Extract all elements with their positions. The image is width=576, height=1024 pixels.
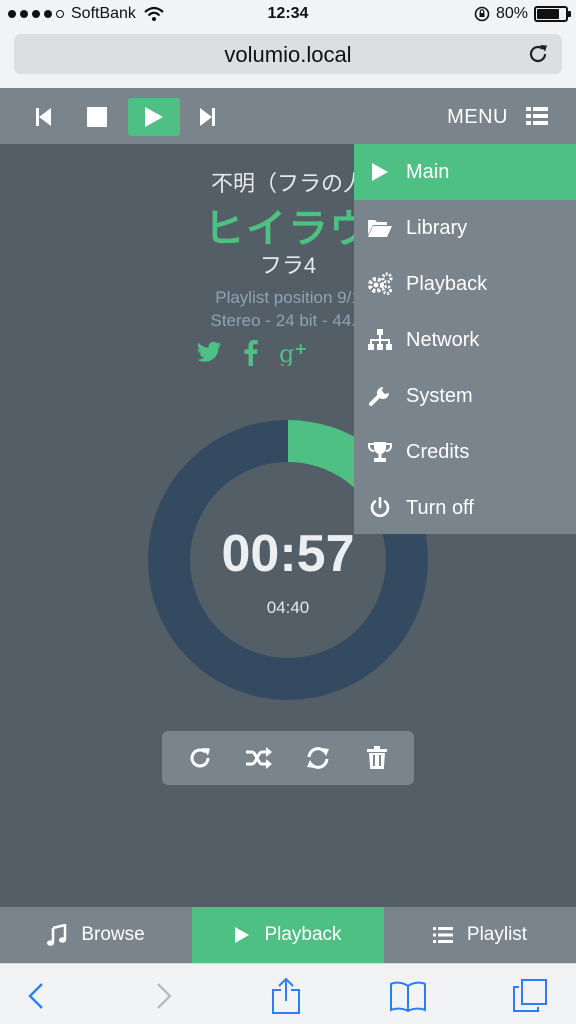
clear-playlist-button[interactable] [357, 738, 397, 778]
player-toolbar: MENU [0, 88, 576, 144]
repeat-button[interactable] [180, 738, 220, 778]
trash-icon [366, 746, 387, 769]
facebook-icon[interactable] [243, 340, 259, 366]
stop-icon [87, 107, 107, 127]
url-text: volumio.local [224, 42, 352, 67]
tabs-icon [513, 979, 547, 1012]
menu-item-main[interactable]: Main [354, 144, 576, 200]
play-button[interactable] [128, 98, 180, 136]
menu-item-label: Network [406, 328, 480, 351]
menu-button-label[interactable]: MENU [447, 106, 508, 129]
tab-label: Browse [81, 924, 145, 945]
play-icon [235, 927, 250, 943]
menu-item-library[interactable]: Library [354, 200, 576, 256]
menu-item-label: Main [406, 160, 450, 183]
skip-back-icon [36, 108, 51, 126]
orientation-lock-icon [474, 6, 490, 22]
sitemap-icon [368, 329, 392, 350]
forward-button[interactable] [144, 976, 184, 1016]
folder-open-icon [368, 220, 392, 237]
menu-item-label: Turn off [406, 496, 474, 519]
total-time: 04:40 [266, 598, 310, 617]
bookmarks-button[interactable] [388, 976, 428, 1016]
tab-label: Playback [264, 924, 342, 945]
reload-icon[interactable] [526, 42, 550, 66]
menu-item-label: Credits [406, 440, 470, 463]
play-icon [145, 107, 163, 127]
status-bar: SoftBank 12:34 80% [0, 0, 576, 30]
tab-playlist[interactable]: Playlist [384, 907, 576, 963]
menu-item-label: Library [406, 216, 468, 239]
twitter-icon[interactable] [197, 340, 223, 364]
menu-item-label: System [406, 384, 473, 407]
next-button[interactable] [181, 98, 233, 136]
menu-list-icon[interactable] [526, 106, 548, 126]
browser-toolbar [0, 963, 576, 1024]
shuffle-button[interactable] [239, 738, 279, 778]
chevron-right-icon [157, 983, 172, 1009]
battery-percent: 80% [495, 5, 528, 22]
tabs-button[interactable] [510, 976, 550, 1016]
svg-text:+: + [294, 340, 307, 358]
consume-button[interactable] [298, 738, 338, 778]
bottom-tab-bar: Browse Playback Playlist [0, 907, 576, 963]
share-button[interactable] [266, 976, 306, 1016]
stop-button[interactable] [71, 98, 123, 136]
back-button[interactable] [16, 976, 56, 1016]
menu-item-playback[interactable]: Playback [354, 256, 576, 312]
menu-item-network[interactable]: Network [354, 312, 576, 368]
tab-playback[interactable]: Playback [192, 907, 384, 963]
battery-icon [534, 6, 571, 22]
svg-text:g: g [279, 340, 294, 366]
playback-options-bar [162, 731, 414, 785]
wrench-icon [369, 387, 389, 406]
tab-label: Playlist [466, 924, 528, 945]
google-plus-icon[interactable]: g + [279, 340, 309, 366]
main-menu-dropdown: Main Library Playback Network System Cre… [354, 144, 576, 534]
menu-item-label: Playback [406, 272, 488, 295]
gears-icon [368, 272, 393, 295]
repeat-icon [190, 748, 210, 768]
chevron-left-icon [28, 983, 43, 1009]
previous-button[interactable] [18, 98, 70, 136]
menu-item-credits[interactable]: Credits [354, 424, 576, 480]
trophy-icon [368, 442, 392, 462]
menu-item-system[interactable]: System [354, 368, 576, 424]
address-bar[interactable]: volumio.local [14, 34, 562, 74]
browser-address-area: volumio.local [0, 30, 576, 88]
power-icon [370, 497, 390, 517]
refresh-icon [306, 747, 329, 769]
music-note-icon [47, 924, 67, 946]
shuffle-icon [245, 747, 272, 769]
skip-forward-icon [200, 108, 215, 126]
play-icon [372, 163, 388, 181]
tab-browse[interactable]: Browse [0, 907, 192, 963]
book-icon [390, 981, 426, 1012]
share-icon [272, 977, 300, 1014]
menu-item-turn-off[interactable]: Turn off [354, 480, 576, 536]
status-right: 80% [474, 5, 571, 23]
list-icon [432, 927, 453, 943]
